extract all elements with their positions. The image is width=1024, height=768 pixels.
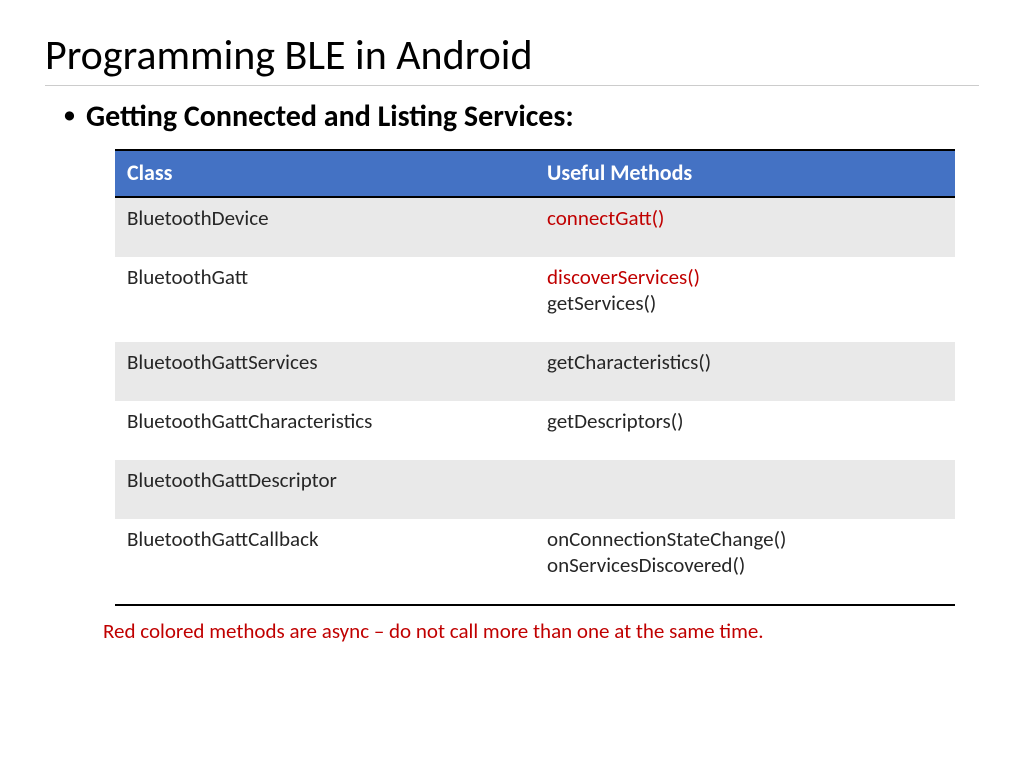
method-async: discoverServices() — [547, 264, 700, 290]
header-class: Class — [115, 150, 535, 197]
table-body: BluetoothDevice connectGatt() BluetoothGat… — [115, 197, 955, 605]
footnote: Red colored methods are async – do not c… — [103, 618, 979, 644]
methods-cell: connectGatt() — [535, 197, 955, 257]
bullet-icon: • — [63, 98, 76, 130]
subtitle-text: Getting Connected and Listing Services: — [86, 98, 574, 135]
methods-cell: onConnectionStateChange()onServicesDisco… — [535, 519, 955, 605]
class-cell: BluetoothGattCallback — [115, 519, 535, 605]
table-row: BluetoothGattDescriptor — [115, 460, 955, 519]
table-row: BluetoothGattCallbackonConnectionStateCh… — [115, 519, 955, 605]
class-cell: BluetoothGattCharacteristics — [115, 401, 535, 460]
header-methods: Useful Methods — [535, 150, 955, 197]
class-cell: BluetoothDevice — [115, 197, 535, 257]
title-divider — [45, 85, 979, 86]
methods-cell — [535, 460, 955, 519]
classes-table: Class Useful Methods BluetoothDevice conn… — [115, 149, 955, 606]
subtitle-row: • Getting Connected and Listing Services… — [63, 98, 979, 135]
table-row: BluetoothGattdiscoverServices()getServic… — [115, 257, 955, 342]
method-async: connectGatt() — [547, 205, 664, 231]
method: onServicesDiscovered() — [547, 552, 745, 578]
method: getDescriptors() — [547, 408, 683, 434]
class-cell: BluetoothGattServices — [115, 342, 535, 401]
method: getServices() — [547, 290, 656, 316]
methods-cell: discoverServices()getServices() — [535, 257, 955, 342]
methods-cell: getCharacteristics() — [535, 342, 955, 401]
table-header-row: Class Useful Methods — [115, 150, 955, 197]
slide-title: Programming BLE in Android — [45, 30, 979, 81]
table-row: BluetoothDevice connectGatt() — [115, 197, 955, 257]
table-row: BluetoothGattServices getCharacteristics(… — [115, 342, 955, 401]
method: getCharacteristics() — [547, 349, 711, 375]
class-cell: BluetoothGattDescriptor — [115, 460, 535, 519]
method: onConnectionStateChange() — [547, 526, 786, 552]
slide: Programming BLE in Android • Getting Con… — [0, 0, 1024, 664]
class-cell: BluetoothGatt — [115, 257, 535, 342]
methods-cell: getDescriptors() — [535, 401, 955, 460]
table-row: BluetoothGattCharacteristics getDescripto… — [115, 401, 955, 460]
